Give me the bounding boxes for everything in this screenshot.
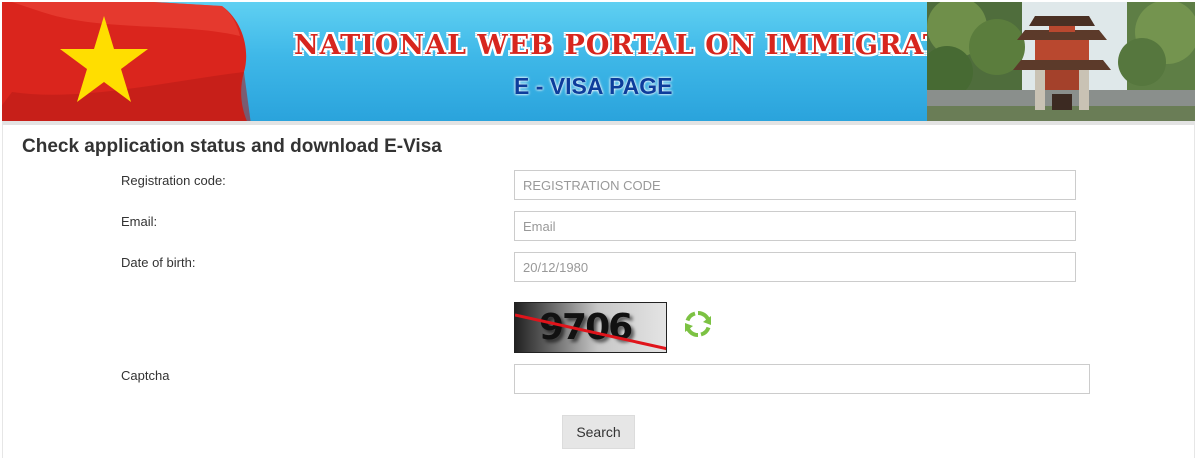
header-banner: NATIONAL WEB PORTAL ON IMMIGRATION E - V… (2, 2, 1195, 121)
captcha-label: Captcha (121, 368, 170, 383)
captcha-strike-line (515, 313, 666, 351)
registration-code-input[interactable] (514, 170, 1076, 200)
temple-image (927, 2, 1195, 121)
captcha-input[interactable] (514, 364, 1090, 394)
registration-code-label: Registration code: (121, 173, 226, 188)
refresh-icon[interactable] (682, 308, 714, 340)
search-button[interactable]: Search (562, 415, 635, 449)
portal-subtitle: E - VISA PAGE (514, 73, 673, 99)
email-input[interactable] (514, 211, 1076, 241)
date-of-birth-label: Date of birth: (121, 255, 196, 270)
page-title: Check application status and download E-… (22, 136, 442, 157)
date-of-birth-input[interactable] (514, 252, 1076, 282)
email-label: Email: (121, 214, 158, 229)
portal-title: NATIONAL WEB PORTAL ON IMMIGRATION (294, 30, 1008, 61)
captcha-image: 9706 (514, 302, 667, 353)
vietnam-flag-image (2, 2, 251, 121)
